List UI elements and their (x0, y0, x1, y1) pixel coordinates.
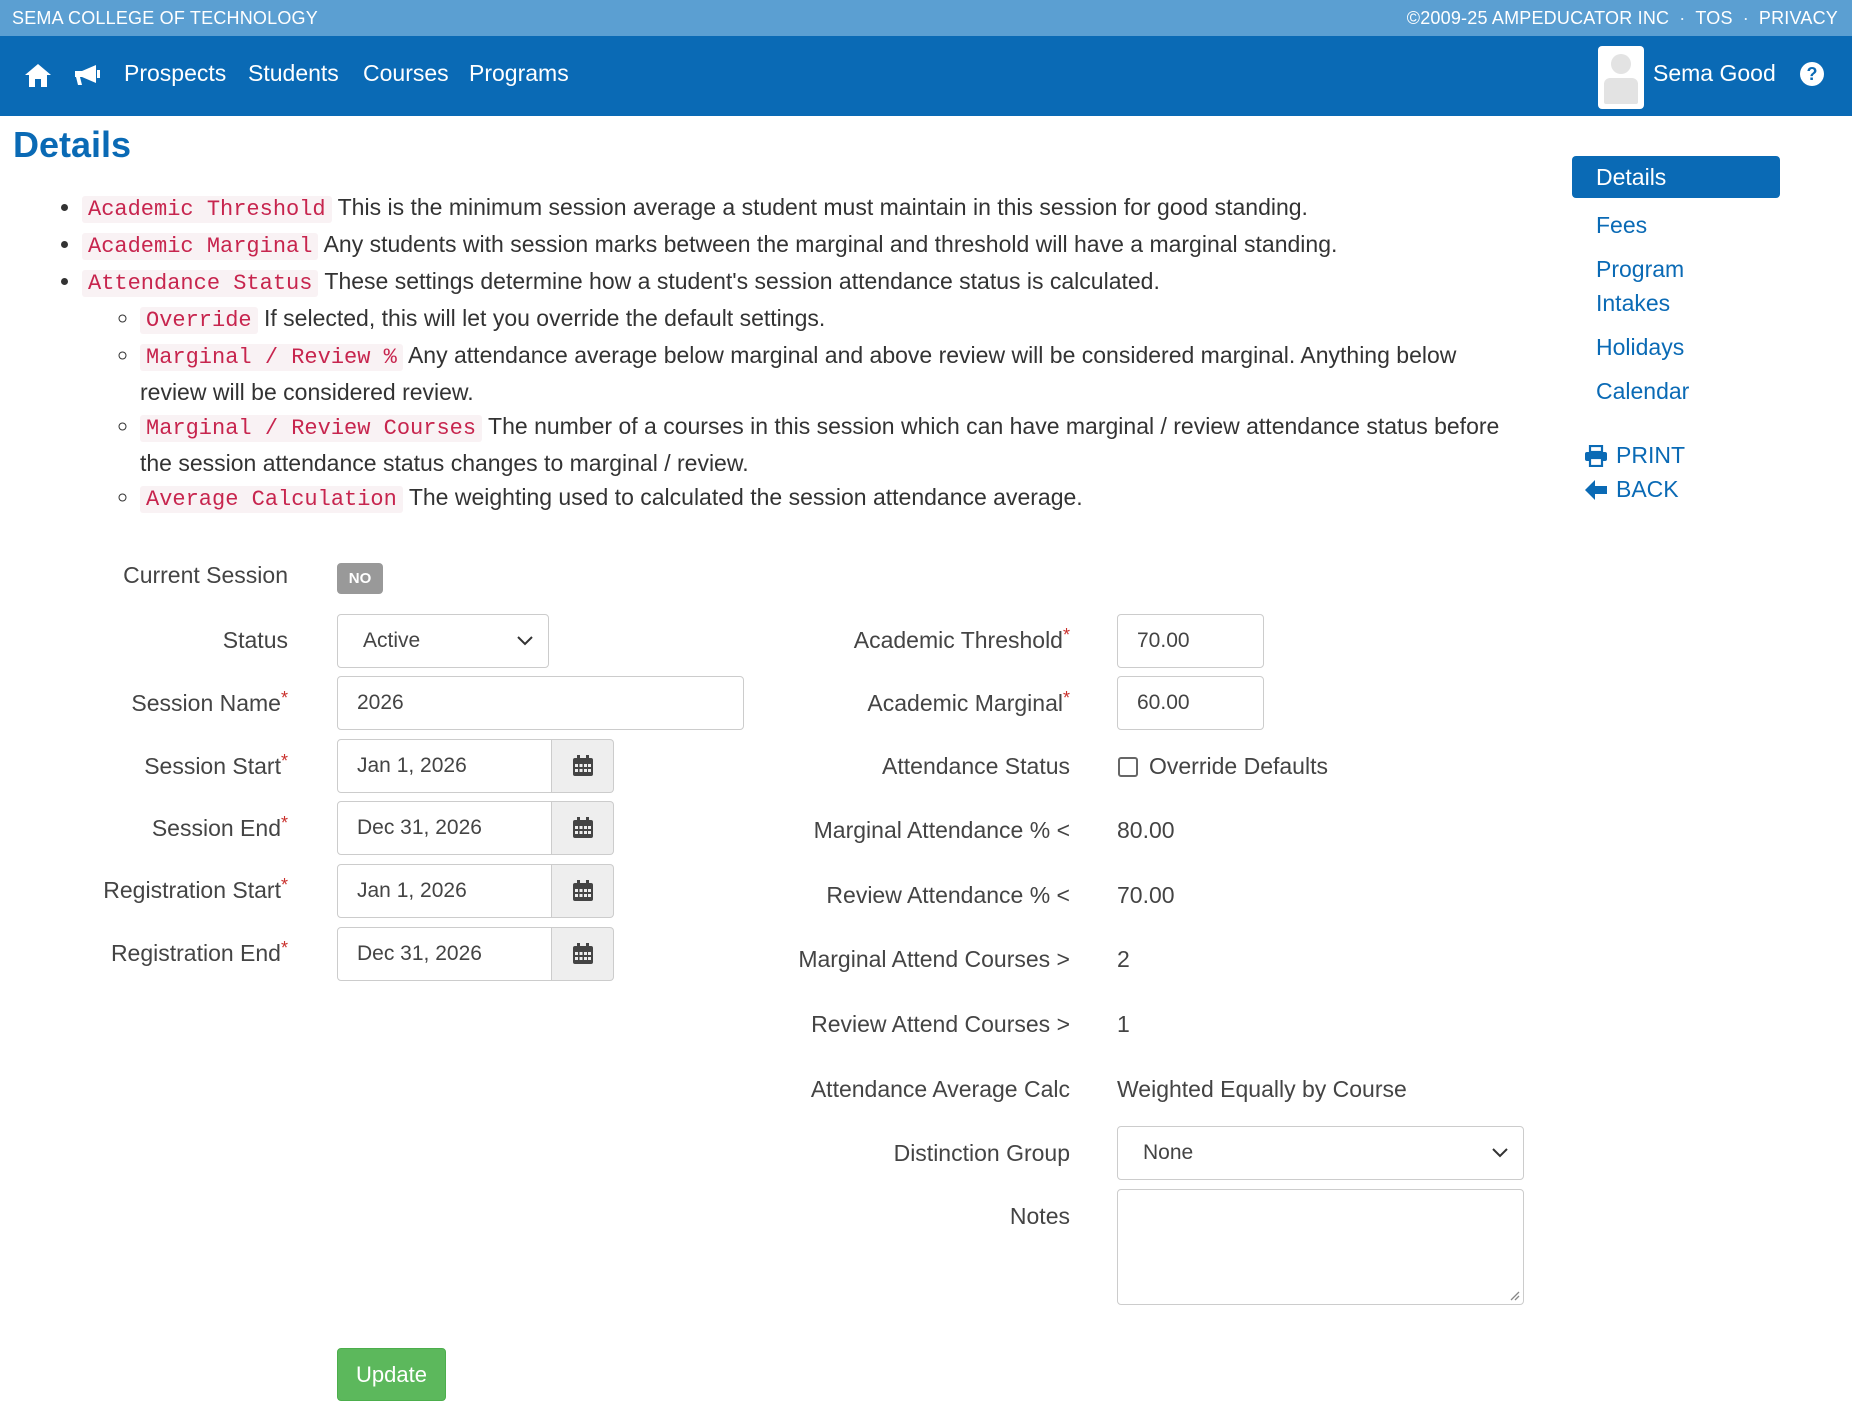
help-term: Marginal / Review Courses (140, 415, 483, 442)
current-session-label: Current Session (123, 562, 288, 588)
top-strip: SEMA COLLEGE OF TECHNOLOGY ©2009-25 AMPE… (0, 0, 1852, 36)
status-select[interactable]: Active (337, 614, 549, 668)
nav-programs[interactable]: Programs (469, 60, 569, 87)
nav-courses[interactable]: Courses (363, 60, 449, 87)
attendance-status-label: Attendance Status (882, 753, 1070, 779)
help-text: This is the minimum session average a st… (337, 194, 1308, 220)
help-text: If selected, this will let you override … (264, 305, 826, 331)
tos-link[interactable]: TOS (1695, 8, 1732, 29)
help-item: Academic Marginal Any students with sess… (82, 227, 1520, 264)
update-button[interactable]: Update (337, 1348, 446, 1401)
calendar-icon[interactable] (552, 739, 614, 793)
top-strip-links: ©2009-25 AMPEDUCATOR INC · TOS · PRIVACY (1407, 8, 1838, 29)
academic-threshold-input[interactable]: 70.00 (1117, 614, 1264, 668)
user-name[interactable]: Sema Good (1653, 60, 1776, 87)
copyright-text: ©2009-25 AMPEDUCATOR INC (1406, 7, 1670, 28)
school-name: SEMA COLLEGE OF TECHNOLOGY (12, 7, 318, 28)
session-name-label: Session Name* (131, 688, 288, 716)
back-link[interactable]: BACK (1584, 476, 1679, 503)
help-term: Academic Marginal (82, 233, 319, 260)
notes-textarea[interactable] (1117, 1189, 1524, 1305)
home-icon[interactable] (21, 58, 55, 92)
session-end-input[interactable]: Dec 31, 2026 (337, 801, 552, 855)
attendance-average-calc-label: Attendance Average Calc (810, 1076, 1070, 1102)
avatar[interactable] (1598, 46, 1644, 109)
sidebar-item-program-intakes[interactable]: Program Intakes (1572, 252, 1702, 320)
status-value: Active (363, 629, 421, 652)
megaphone-icon[interactable] (70, 58, 104, 92)
calendar-icon[interactable] (552, 801, 614, 855)
print-label: PRINT (1616, 442, 1685, 468)
print-link[interactable]: PRINT (1584, 442, 1685, 469)
registration-start-input[interactable]: Jan 1, 2026 (337, 864, 552, 918)
separator: · (1742, 7, 1749, 28)
marginal-attend-courses-label: Marginal Attend Courses > (798, 946, 1070, 972)
help-term: Attendance Status (82, 270, 319, 297)
help-term: Marginal / Review % (140, 344, 403, 371)
help-text: Any students with session marks between … (323, 231, 1338, 257)
help-item: Academic Threshold This is the minimum s… (82, 190, 1520, 227)
sidebar-item-calendar[interactable]: Calendar (1572, 374, 1780, 408)
privacy-link[interactable]: PRIVACY (1759, 8, 1838, 29)
academic-threshold-label: Academic Threshold* (853, 625, 1070, 653)
registration-end-input[interactable]: Dec 31, 2026 (337, 927, 552, 981)
session-start-input[interactable]: Jan 1, 2026 (337, 739, 552, 793)
academic-marginal-label: Academic Marginal* (867, 688, 1070, 716)
session-end-label: Session End* (151, 813, 288, 841)
review-attendance-value: 70.00 (1117, 882, 1175, 908)
main-navbar: Prospects Students Courses Programs Sema… (0, 36, 1852, 116)
page-title: Details (13, 124, 132, 165)
help-item: Attendance Status These settings determi… (82, 264, 1520, 517)
print-icon (1585, 444, 1607, 467)
marginal-attendance-label: Marginal Attendance % < (813, 817, 1070, 843)
help-subitem: Marginal / Review % Any attendance avera… (140, 338, 1520, 409)
academic-marginal-input[interactable]: 60.00 (1117, 676, 1264, 730)
separator: · (1679, 7, 1686, 28)
help-subitem: Override If selected, this will let you … (140, 301, 1520, 338)
chevron-down-icon (517, 636, 533, 646)
session-name-input[interactable]: 2026 (337, 676, 744, 730)
back-label: BACK (1616, 476, 1679, 502)
help-list: Academic Threshold This is the minimum s… (0, 190, 1520, 517)
calendar-icon[interactable] (552, 864, 614, 918)
attendance-average-calc-value: Weighted Equally by Course (1117, 1076, 1407, 1102)
status-label: Status (222, 627, 288, 653)
review-attend-courses-label: Review Attend Courses > (811, 1011, 1070, 1037)
help-subitem: Average Calculation The weighting used t… (140, 480, 1520, 517)
nav-students[interactable]: Students (248, 60, 339, 87)
sidebar-item-holidays[interactable]: Holidays (1572, 330, 1780, 364)
arrow-left-icon (1585, 479, 1607, 500)
sidebar-nav: Details Fees Program Intakes Holidays Ca… (1572, 156, 1780, 418)
notes-label: Notes (1009, 1203, 1070, 1229)
sidebar-item-fees[interactable]: Fees (1572, 208, 1780, 242)
distinction-group-select[interactable]: None (1117, 1126, 1524, 1180)
registration-start-label: Registration Start* (103, 875, 288, 903)
sidebar-item-details[interactable]: Details (1572, 156, 1780, 198)
chevron-down-icon (1492, 1148, 1508, 1158)
distinction-group-label: Distinction Group (893, 1140, 1070, 1166)
review-attendance-label: Review Attendance % < (826, 882, 1070, 908)
marginal-attend-courses-value: 2 (1117, 946, 1130, 972)
override-defaults-label[interactable]: Override Defaults (1149, 753, 1328, 780)
help-text: The weighting used to calculated the ses… (408, 484, 1083, 510)
help-icon[interactable]: ? (1800, 62, 1824, 86)
current-session-badge: NO (337, 563, 383, 594)
help-term: Academic Threshold (82, 196, 332, 223)
calendar-icon[interactable] (552, 927, 614, 981)
marginal-attendance-value: 80.00 (1117, 817, 1175, 843)
nav-prospects[interactable]: Prospects (124, 60, 226, 87)
distinction-group-value: None (1143, 1141, 1194, 1164)
session-start-label: Session Start* (144, 751, 288, 779)
registration-end-label: Registration End* (110, 938, 288, 966)
resize-handle-icon (1510, 1291, 1520, 1301)
help-text: These settings determine how a student's… (324, 268, 1160, 294)
help-term: Average Calculation (140, 486, 403, 513)
override-defaults-checkbox[interactable] (1118, 757, 1138, 777)
review-attend-courses-value: 1 (1117, 1011, 1130, 1037)
help-subitem: Marginal / Review Courses The number of … (140, 409, 1520, 480)
help-term: Override (140, 307, 258, 334)
